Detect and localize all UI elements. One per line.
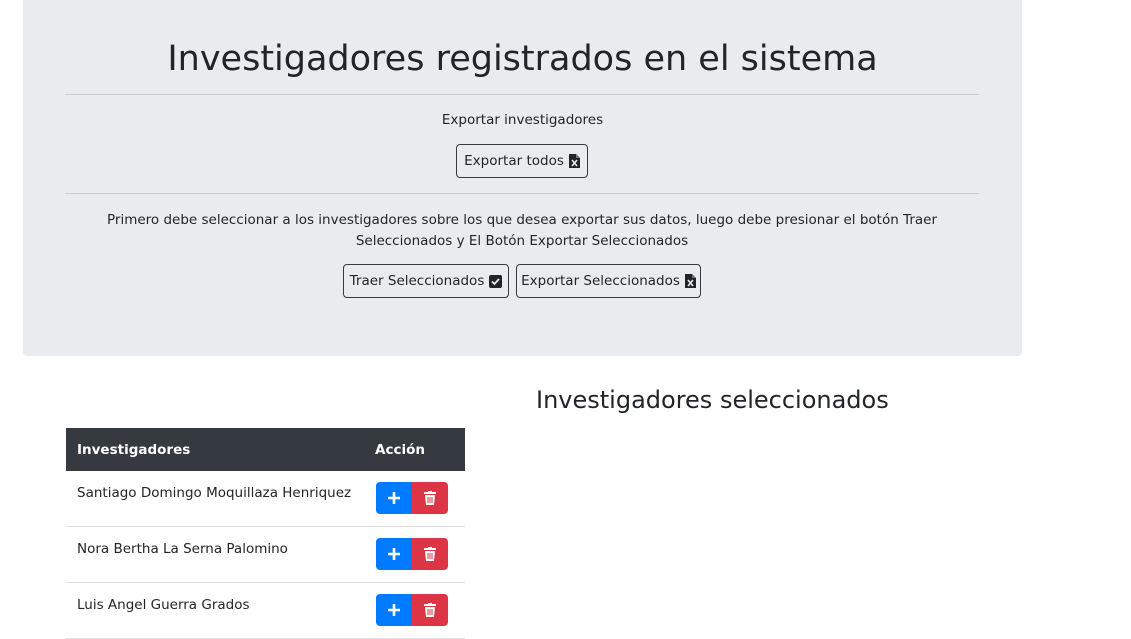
row-actions bbox=[376, 538, 448, 570]
selected-researchers-title: Investigadores seleccionados bbox=[536, 386, 889, 414]
export-label: Exportar investigadores bbox=[441, 112, 604, 128]
researcher-name: Nora Bertha La Serna Palomino bbox=[77, 541, 288, 557]
delete-researcher-button[interactable] bbox=[412, 594, 448, 626]
table-row: Nora Bertha La Serna Palomino bbox=[66, 527, 465, 583]
trash-icon bbox=[424, 603, 436, 617]
export-panel: Investigadores registrados en el sistema… bbox=[23, 0, 1022, 356]
row-actions bbox=[376, 594, 448, 626]
plus-icon bbox=[388, 548, 400, 560]
table-row: Luis Angel Guerra Grados bbox=[66, 583, 465, 639]
trash-icon bbox=[424, 547, 436, 561]
delete-researcher-button[interactable] bbox=[412, 538, 448, 570]
divider bbox=[65, 94, 979, 95]
researcher-name: Luis Angel Guerra Grados bbox=[77, 597, 250, 613]
plus-icon bbox=[388, 604, 400, 616]
divider bbox=[65, 193, 979, 194]
export-selected-button[interactable]: Exportar Seleccionados bbox=[516, 264, 701, 298]
delete-researcher-button[interactable] bbox=[412, 482, 448, 514]
row-actions bbox=[376, 482, 448, 514]
table-row: Santiago Domingo Moquillaza Henriquez bbox=[66, 471, 465, 527]
export-selected-label: Exportar Seleccionados bbox=[521, 273, 680, 289]
column-header-researchers: Investigadores bbox=[77, 441, 191, 458]
plus-icon bbox=[388, 492, 400, 504]
fetch-selected-button[interactable]: Traer Seleccionados bbox=[343, 264, 509, 298]
add-researcher-button[interactable] bbox=[376, 482, 412, 514]
file-excel-icon bbox=[684, 274, 696, 288]
researchers-table: Investigadores Acción Santiago Domingo M… bbox=[66, 428, 465, 639]
export-all-button[interactable]: Exportar todos bbox=[456, 144, 588, 178]
add-researcher-button[interactable] bbox=[376, 594, 412, 626]
researcher-name: Santiago Domingo Moquillaza Henriquez bbox=[77, 485, 352, 501]
page-title: Investigadores registrados en el sistema bbox=[167, 39, 878, 79]
instructions-text: Primero debe seleccionar a los investiga… bbox=[106, 212, 937, 249]
table-header: Investigadores Acción bbox=[66, 428, 465, 471]
check-square-icon bbox=[489, 274, 503, 288]
fetch-selected-label: Traer Seleccionados bbox=[349, 273, 485, 289]
trash-icon bbox=[424, 491, 436, 505]
file-excel-icon bbox=[568, 154, 580, 168]
column-header-action: Acción bbox=[375, 441, 425, 458]
add-researcher-button[interactable] bbox=[376, 538, 412, 570]
export-all-label: Exportar todos bbox=[464, 153, 564, 169]
